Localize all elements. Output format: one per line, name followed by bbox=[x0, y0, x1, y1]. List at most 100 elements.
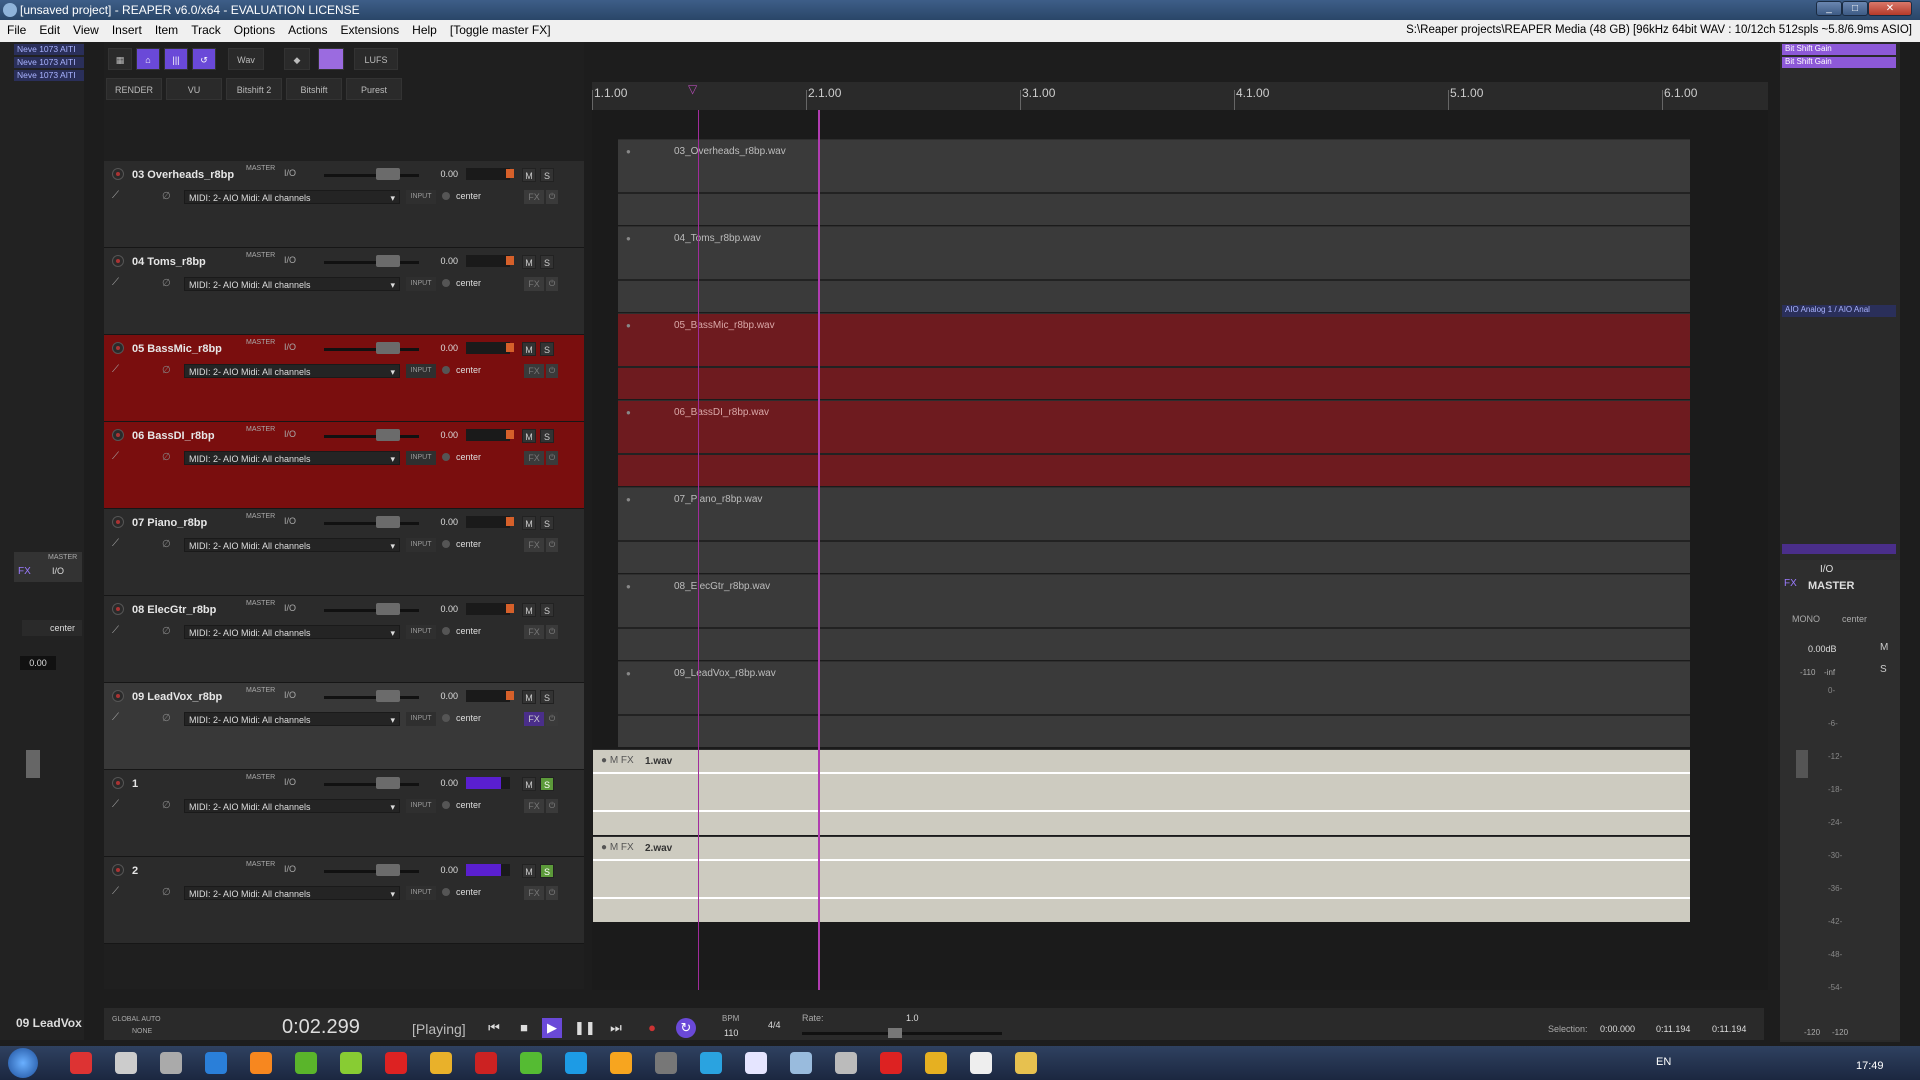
toolbar-wav-button[interactable]: Wav bbox=[228, 48, 264, 70]
track-row[interactable]: 06 BassDI_r8bp MASTER I/O 0.00 M S ⟋ ∅ MIDI: 2- … bbox=[104, 422, 584, 509]
menu-actions[interactable]: Actions bbox=[281, 20, 333, 42]
toolbar-vu-button[interactable]: VU bbox=[166, 78, 222, 100]
track-row[interactable]: 1 MASTER I/O 0.00 M S ⟋ ∅ MIDI: 2- AIO Midi: All… bbox=[104, 770, 584, 857]
track-io-button[interactable]: I/O bbox=[284, 777, 296, 787]
selection-start[interactable]: 0:00.000 bbox=[1600, 1024, 1635, 1034]
phase-invert-icon[interactable]: ∅ bbox=[162, 800, 171, 811]
phase-invert-icon[interactable]: ∅ bbox=[162, 887, 171, 898]
track-name[interactable]: 1 bbox=[132, 778, 138, 790]
item-mute-icon[interactable]: ● M FX bbox=[601, 842, 634, 853]
pan-knob[interactable]: center bbox=[442, 887, 481, 897]
left-fx-slot[interactable]: Neve 1073 AITI bbox=[14, 70, 84, 81]
mute-button[interactable]: M bbox=[522, 255, 536, 269]
item-lock-icon[interactable]: ● bbox=[626, 321, 631, 330]
input-monitor-button[interactable]: INPUT bbox=[406, 364, 436, 378]
playhead-marker-icon[interactable]: ▽ bbox=[688, 82, 697, 96]
firefox-icon[interactable] bbox=[250, 1052, 272, 1074]
solo-button[interactable]: S bbox=[540, 777, 554, 791]
toolbar-purest-button[interactable]: Purest bbox=[346, 78, 402, 100]
input-select[interactable]: MIDI: 2- AIO Midi: All channels ▾ bbox=[184, 190, 400, 204]
phase-invert-icon[interactable]: ∅ bbox=[162, 626, 171, 637]
fx-bypass-icon[interactable]: ⏻ bbox=[546, 538, 558, 552]
power-icon[interactable] bbox=[205, 1052, 227, 1074]
mute-button[interactable]: M bbox=[522, 864, 536, 878]
track-row[interactable]: 04 Toms_r8bp MASTER I/O 0.00 M S ⟋ ∅ MIDI: 2- AI… bbox=[104, 248, 584, 335]
left-strip-io-button[interactable]: I/O bbox=[52, 566, 64, 576]
volume-fader-knob[interactable] bbox=[376, 864, 400, 876]
master-fx-button[interactable]: FX bbox=[1784, 578, 1797, 589]
reaper-red-icon[interactable] bbox=[880, 1052, 902, 1074]
track-row[interactable]: 2 MASTER I/O 0.00 M S ⟋ ∅ MIDI: 2- AIO Midi: All… bbox=[104, 857, 584, 944]
media-item[interactable]: ● M FX 2.wav bbox=[593, 836, 1690, 922]
solo-button[interactable]: S bbox=[540, 603, 554, 617]
menu-toggle-master-fx[interactable]: [Toggle master FX] bbox=[443, 20, 557, 42]
toolbar-bitshift2-button[interactable]: Bitshift 2 bbox=[226, 78, 282, 100]
media-item[interactable]: ● 05_BassMic_r8bp.wav bbox=[618, 313, 1690, 399]
track-name[interactable]: 09 LeadVox_r8bp bbox=[132, 691, 222, 703]
go-to-end-icon[interactable]: ⏭ bbox=[606, 1018, 626, 1038]
solo-button[interactable]: S bbox=[540, 690, 554, 704]
input-select[interactable]: MIDI: 2- AIO Midi: All channels ▾ bbox=[184, 712, 400, 726]
mute-button[interactable]: M bbox=[522, 168, 536, 182]
fx-bypass-icon[interactable]: ⏻ bbox=[546, 277, 558, 291]
track-io-button[interactable]: I/O bbox=[284, 864, 296, 874]
calendar-icon[interactable] bbox=[745, 1052, 767, 1074]
fx-bypass-icon[interactable]: ⏻ bbox=[546, 625, 558, 639]
toolbar-bitshift-button[interactable]: Bitshift bbox=[286, 78, 342, 100]
volume-fader[interactable] bbox=[324, 783, 419, 786]
volume-fader-knob[interactable] bbox=[376, 342, 400, 354]
pause-icon[interactable]: ❚❚ bbox=[574, 1018, 596, 1038]
track-row[interactable]: 09 LeadVox_r8bp MASTER I/O 0.00 M S ⟋ ∅ MIDI: 2-… bbox=[104, 683, 584, 770]
files-icon[interactable] bbox=[160, 1052, 182, 1074]
gamepad-icon[interactable] bbox=[835, 1052, 857, 1074]
toolbar-lufs-button[interactable]: LUFS bbox=[354, 48, 398, 70]
folder-icon[interactable] bbox=[430, 1052, 452, 1074]
envelope-icon[interactable]: ⟋ bbox=[112, 625, 124, 637]
input-select[interactable]: MIDI: 2- AIO Midi: All channels ▾ bbox=[184, 799, 400, 813]
media-item[interactable]: ● 06_BassDI_r8bp.wav bbox=[618, 400, 1690, 486]
bird-icon[interactable] bbox=[115, 1052, 137, 1074]
item-lock-icon[interactable]: ● bbox=[626, 147, 631, 156]
pan-knob[interactable]: center bbox=[442, 365, 481, 375]
fx-button[interactable]: FX bbox=[524, 799, 544, 813]
go-to-start-icon[interactable]: ⏮ bbox=[484, 1018, 504, 1038]
input-monitor-button[interactable]: INPUT bbox=[406, 277, 436, 291]
fx-button[interactable]: FX bbox=[524, 190, 544, 204]
track-io-button[interactable]: I/O bbox=[284, 603, 296, 613]
media-item[interactable]: ● 09_LeadVox_r8bp.wav bbox=[618, 661, 1690, 747]
item-lock-icon[interactable]: ● bbox=[626, 408, 631, 417]
language-indicator[interactable]: EN bbox=[1656, 1056, 1671, 1068]
media-item[interactable]: ● 04_Toms_r8bp.wav bbox=[618, 226, 1690, 312]
track-io-button[interactable]: I/O bbox=[284, 516, 296, 526]
master-fx-slot[interactable]: Bit Shift Gain bbox=[1782, 57, 1896, 68]
envelope-icon[interactable]: ⟋ bbox=[112, 190, 124, 202]
green-app-icon[interactable] bbox=[520, 1052, 542, 1074]
pan-knob[interactable]: center bbox=[442, 539, 481, 549]
menu-insert[interactable]: Insert bbox=[105, 20, 148, 42]
close-button[interactable]: ✕ bbox=[1868, 1, 1912, 16]
chrome-icon[interactable] bbox=[70, 1052, 92, 1074]
pan-knob[interactable]: center bbox=[442, 713, 481, 723]
track-name[interactable]: 2 bbox=[132, 865, 138, 877]
fx-button[interactable]: FX bbox=[524, 625, 544, 639]
track-name[interactable]: 06 BassDI_r8bp bbox=[132, 430, 215, 442]
bpm-value[interactable]: 110 bbox=[724, 1028, 738, 1038]
volume-fader-knob[interactable] bbox=[376, 777, 400, 789]
play-icon[interactable]: ▶ bbox=[542, 1018, 562, 1038]
left-fx-slot[interactable]: Neve 1073 AITI bbox=[14, 57, 84, 68]
volume-fader-knob[interactable] bbox=[376, 690, 400, 702]
master-mute-button[interactable]: M bbox=[1880, 642, 1888, 653]
loop-icon[interactable]: ↺ bbox=[192, 48, 216, 70]
left-strip-fx-button[interactable]: FX bbox=[18, 566, 31, 577]
volume-fader-knob[interactable] bbox=[376, 603, 400, 615]
knife-icon[interactable] bbox=[340, 1052, 362, 1074]
solo-button[interactable]: S bbox=[540, 429, 554, 443]
menu-file[interactable]: File bbox=[0, 20, 32, 42]
item-lock-icon[interactable]: ● bbox=[626, 582, 631, 591]
item-mute-icon[interactable]: ● M FX bbox=[601, 755, 634, 766]
phase-invert-icon[interactable]: ∅ bbox=[162, 713, 171, 724]
record-arm-button[interactable] bbox=[112, 690, 124, 702]
phase-invert-icon[interactable]: ∅ bbox=[162, 278, 171, 289]
fx-bypass-icon[interactable]: ⏻ bbox=[546, 712, 558, 726]
volume-fader[interactable] bbox=[324, 696, 419, 699]
